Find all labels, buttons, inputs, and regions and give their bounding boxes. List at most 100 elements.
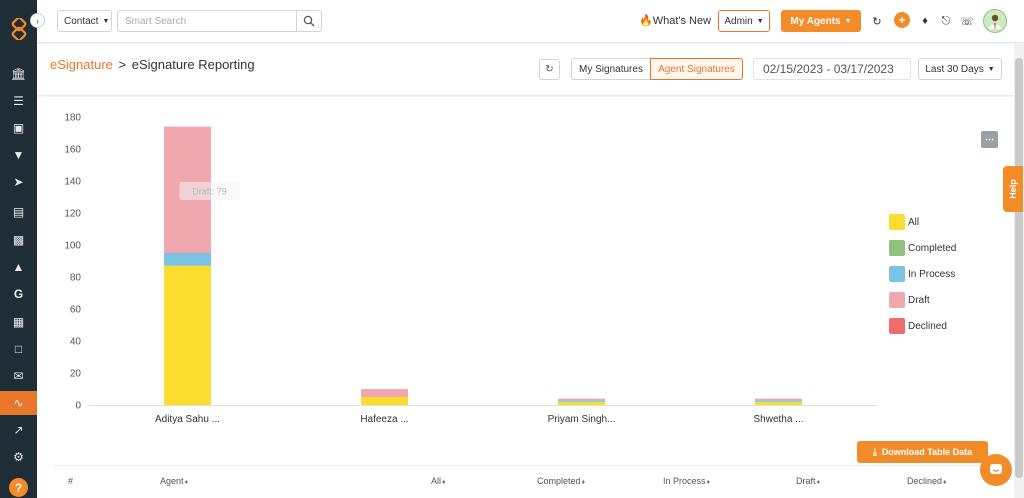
smart-search-input[interactable]: Smart Search [117, 10, 297, 32]
bar-segment-all[interactable] [558, 401, 605, 405]
google-icon[interactable]: G [0, 282, 37, 306]
settings-gear-icon[interactable]: ⚙ [0, 445, 37, 469]
column-label: Draft [796, 476, 816, 486]
trend-icon[interactable]: ↗ [0, 418, 37, 442]
legend-label: Draft [908, 295, 930, 306]
sort-icon: ♦ [943, 479, 947, 486]
legend-item-all[interactable]: All [889, 214, 979, 230]
contact-card-icon[interactable]: ▣ [0, 116, 37, 140]
column-header-in-process[interactable]: In Process♦ [663, 476, 710, 486]
mail-icon[interactable]: ✉ [0, 364, 37, 388]
column-header-draft[interactable]: Draft♦ [796, 476, 820, 486]
legend-swatch [889, 266, 905, 282]
stacked-bar-chart: 0 20 40 60 80 100 120 140 160 180 Aditya Sahu ... H… [64, 113, 877, 425]
sync-icon[interactable]: ↻ [869, 13, 885, 29]
legend-label: All [908, 217, 920, 228]
column-header-agent[interactable]: Agent♦ [160, 476, 188, 486]
spreadsheet-icon[interactable]: ▦ [0, 310, 37, 334]
calendar-icon[interactable]: □ [0, 337, 37, 361]
column-header-all[interactable]: All♦ [431, 476, 446, 486]
agent-signatures-tab[interactable]: Agent Signatures [650, 58, 743, 80]
help-tab[interactable]: Help [1003, 166, 1023, 212]
bar-segment-all[interactable] [164, 265, 211, 405]
column-label: Declined [907, 476, 943, 486]
bar-segment-draft[interactable] [361, 389, 408, 397]
y-tick-label: 20 [70, 369, 82, 380]
y-tick-label: 140 [64, 177, 81, 188]
bar-segment-in-process[interactable] [755, 400, 802, 402]
bar-segment-all[interactable] [755, 401, 802, 405]
my-agents-dropdown[interactable]: My Agents ▼ [781, 10, 861, 32]
help-tab-label: Help [1007, 179, 1018, 199]
whats-new-link[interactable]: 🔥What's New [639, 14, 711, 27]
document-icon[interactable]: ▤ [0, 200, 37, 224]
column-header-completed[interactable]: Completed♦ [537, 476, 585, 486]
sidebar-expand-toggle[interactable]: › [30, 13, 45, 28]
bar-segment-draft[interactable] [558, 398, 605, 401]
legend-item-declined[interactable]: Declined [889, 318, 979, 334]
admin-label: Admin [724, 15, 753, 27]
bar-segment-in-process[interactable] [164, 253, 211, 266]
sort-icon: ♦ [816, 479, 821, 486]
x-tick-label: Aditya Sahu ... [155, 414, 220, 425]
legend-swatch [889, 318, 905, 334]
app-logo-icon[interactable] [8, 18, 30, 40]
chart-menu-button[interactable]: ⋯ [981, 131, 998, 148]
x-tick-label: Priyam Singh... [548, 414, 616, 425]
funnel-icon[interactable]: ▼ [0, 143, 37, 167]
column-header-declined[interactable]: Declined♦ [907, 476, 947, 486]
refresh-button[interactable]: ↻ [539, 59, 560, 80]
whats-new-label: What's New [652, 15, 712, 27]
period-label: Last 30 Days [925, 63, 984, 75]
download-table-data-button[interactable]: ⤓ Download Table Data [857, 441, 988, 463]
legend-label: In Process [908, 269, 956, 280]
megaphone-icon[interactable]: ➤ [0, 170, 37, 194]
folder-icon[interactable]: ▲ [0, 255, 37, 279]
chat-button[interactable] [980, 454, 1012, 486]
y-tick-label: 60 [70, 305, 82, 316]
search-scope-select[interactable]: Contact ▼ [57, 10, 112, 32]
legend-item-in-process[interactable]: In Process [889, 266, 979, 282]
admin-dropdown[interactable]: Admin ▼ [718, 10, 770, 32]
column-header-number: # [68, 476, 73, 486]
legend-item-completed[interactable]: Completed [889, 240, 979, 256]
chevron-down-icon: ▼ [102, 17, 110, 25]
legend-swatch [889, 292, 905, 308]
my-agents-label: My Agents [790, 15, 841, 27]
date-range-input[interactable]: 02/15/2023 - 03/17/2023 [753, 58, 911, 80]
y-tick-label: 40 [70, 337, 82, 348]
legend-item-draft[interactable]: Draft [889, 292, 979, 308]
sort-icon: ♦ [442, 479, 446, 486]
download-icon: ⤓ [872, 446, 877, 457]
search-scope-label: Contact [64, 15, 99, 27]
scrollbar-thumb[interactable] [1015, 58, 1023, 478]
phone-icon[interactable]: ☏ [959, 13, 975, 29]
y-tick-label: 80 [70, 273, 82, 284]
y-tick-label: 0 [75, 401, 81, 412]
top-bar: Contact ▼ Smart Search 🔥What's New Admin… [37, 0, 1024, 43]
bank-icon[interactable]: 🏛 [0, 62, 37, 86]
my-signatures-tab[interactable]: My Signatures [571, 58, 651, 80]
bar-segment-draft[interactable] [755, 398, 802, 401]
bar-segment-in-process[interactable] [558, 400, 605, 402]
bar-segment-all[interactable] [361, 397, 408, 405]
column-label: Completed [537, 476, 581, 486]
sort-icon: ♦ [706, 479, 711, 486]
breadcrumb-esignature-link[interactable]: eSignature [50, 57, 113, 72]
more-dots-icon: ⋯ [985, 134, 994, 144]
bar-chart-icon[interactable]: ▩ [0, 228, 37, 252]
search-button[interactable] [296, 10, 322, 32]
esignature-icon[interactable]: ∿ [0, 391, 37, 415]
logout-icon[interactable]: ⎋ [938, 13, 954, 29]
page-title: eSignature Reporting [131, 57, 255, 72]
y-tick-label: 180 [64, 113, 81, 124]
list-icon[interactable]: ☰ [0, 89, 37, 113]
bell-icon[interactable]: ♦ [917, 13, 933, 29]
chevron-down-icon: ▼ [987, 65, 995, 73]
period-dropdown[interactable]: Last 30 Days ▼ [918, 58, 1002, 80]
chart-tooltip-text: Draft: 79 [192, 187, 227, 197]
user-avatar[interactable] [983, 9, 1007, 33]
help-circle-icon[interactable]: ? [9, 478, 28, 497]
add-plus-icon[interactable]: + [894, 12, 910, 28]
column-label: All [431, 476, 442, 486]
